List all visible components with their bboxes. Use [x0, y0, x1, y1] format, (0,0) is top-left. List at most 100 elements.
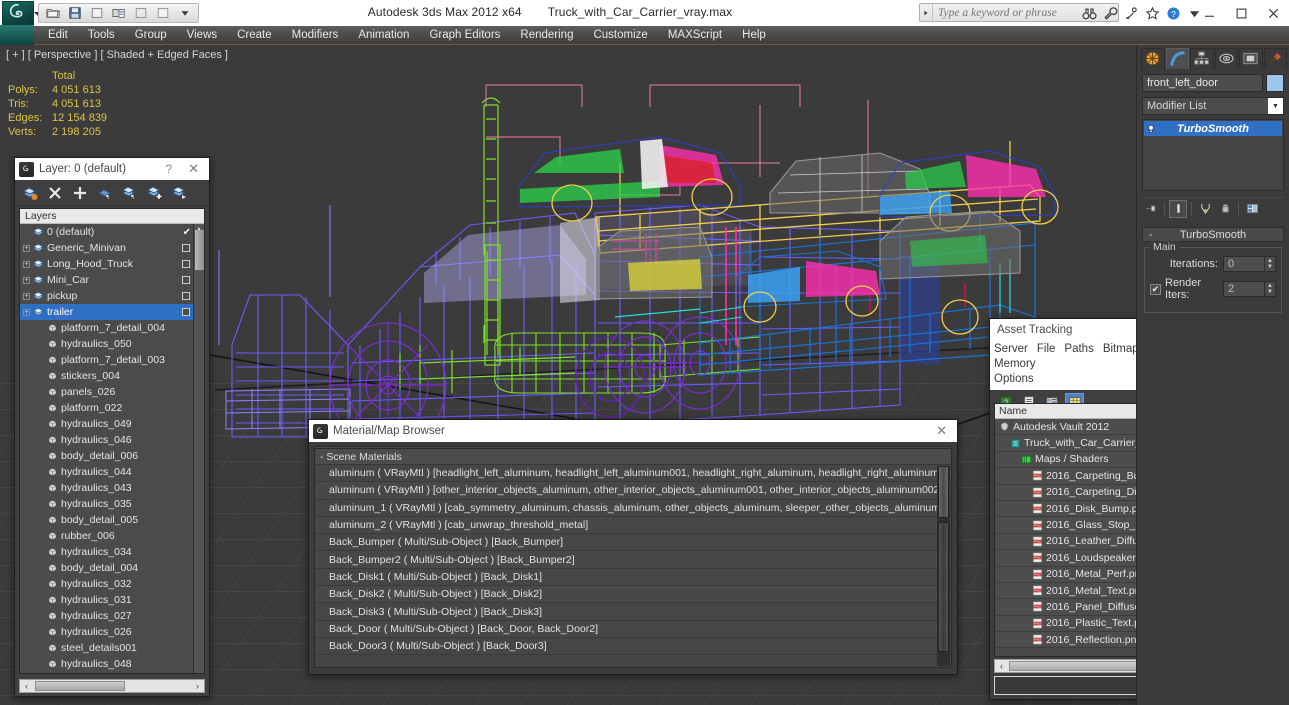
layer-row[interactable]: panels_026: [20, 384, 204, 400]
expand-toggle-icon[interactable]: +: [22, 260, 31, 269]
modifier-list-dropdown[interactable]: Modifier List ▼: [1142, 97, 1284, 115]
modifier-stack-item-turbosmooth[interactable]: TurboSmooth: [1144, 121, 1282, 136]
layer-row[interactable]: 0 (default) ✔: [20, 224, 204, 240]
layer-row[interactable]: hydraulics_026: [20, 624, 204, 640]
add-selection-to-layer-icon[interactable]: [169, 183, 191, 203]
layer-list-vertical-scrollbar[interactable]: ▲: [193, 224, 204, 673]
layer-list[interactable]: Layers 0 (default) ✔ + Generic_Minivan + Long…: [19, 208, 205, 674]
layer-row[interactable]: hydraulics_027: [20, 608, 204, 624]
favorite-star-icon[interactable]: [1143, 4, 1162, 23]
layer-dialog-close-button[interactable]: ✕: [182, 161, 205, 177]
pin-stack-icon[interactable]: [1142, 200, 1160, 218]
highlight-selected-objects-icon[interactable]: [144, 183, 166, 203]
layer-hscroll-left-icon[interactable]: ‹: [20, 681, 33, 691]
show-end-result-icon[interactable]: [1169, 199, 1187, 218]
layer-hide-checkbox[interactable]: [182, 292, 190, 300]
layer-row[interactable]: hydraulics_049: [20, 416, 204, 432]
chevron-down-icon[interactable]: ▼: [1268, 98, 1283, 114]
menu-graph-editors[interactable]: Graph Editors: [419, 26, 510, 45]
layer-row[interactable]: hydraulics_034: [20, 544, 204, 560]
layer-row[interactable]: rubber_006: [20, 528, 204, 544]
render-iters-spinner-arrows-icon[interactable]: ▲ ▼: [1265, 281, 1276, 297]
material-row[interactable]: Back_Disk2 ( Multi/Sub-Object ) [Back_Di…: [315, 586, 951, 604]
layer-hide-checkbox[interactable]: [182, 260, 190, 268]
asset-menu-options[interactable]: Options: [994, 373, 1034, 385]
tab-utilities[interactable]: [1263, 47, 1287, 69]
menu-group[interactable]: Group: [125, 26, 177, 45]
rollout-collapse-marker[interactable]: -: [1149, 229, 1153, 241]
turbosmooth-rollout-header[interactable]: - TurboSmooth: [1142, 227, 1284, 242]
layer-manager-dialog[interactable]: Layer: 0 (default) ? ✕ Layers 0 (default…: [14, 157, 210, 697]
tab-display[interactable]: [1239, 47, 1263, 69]
layer-row[interactable]: hydraulics_035: [20, 496, 204, 512]
expand-toggle-icon[interactable]: +: [22, 308, 31, 317]
object-name-field[interactable]: front_left_door: [1142, 74, 1263, 92]
binoculars-icon[interactable]: [1080, 4, 1099, 23]
object-color-swatch[interactable]: [1266, 74, 1284, 92]
asset-menu-file[interactable]: File: [1037, 343, 1056, 355]
delete-layer-icon[interactable]: [44, 183, 66, 203]
layer-row[interactable]: + pickup: [20, 288, 204, 304]
layer-row[interactable]: hydraulics_048: [20, 656, 204, 672]
menu-animation[interactable]: Animation: [348, 26, 419, 45]
expand-toggle-icon[interactable]: +: [22, 244, 31, 253]
render-iters-checkbox[interactable]: ✔: [1150, 283, 1161, 295]
layer-row[interactable]: + trailer: [20, 304, 204, 320]
layer-hide-checkbox[interactable]: [182, 244, 190, 252]
menu-maxscript[interactable]: MAXScript: [658, 26, 732, 45]
layer-row[interactable]: platform_022: [20, 400, 204, 416]
material-row[interactable]: Back_Disk1 ( Multi/Sub-Object ) [Back_Di…: [315, 568, 951, 587]
menu-modifiers[interactable]: Modifiers: [282, 26, 349, 45]
menu-customize[interactable]: Customize: [583, 26, 657, 45]
layer-scroll-thumb[interactable]: [195, 230, 204, 270]
add-selection-icon[interactable]: [69, 183, 91, 203]
close-button[interactable]: [1257, 0, 1289, 26]
scene-materials-section-header[interactable]: - Scene Materials: [315, 449, 951, 465]
layer-list-horizontal-scrollbar[interactable]: ‹ ›: [19, 679, 205, 693]
material-map-browser-dialog[interactable]: Material/Map Browser ✕ - Scene Materials…: [308, 419, 958, 675]
menu-views[interactable]: Views: [177, 26, 227, 45]
modifier-stack[interactable]: TurboSmooth: [1142, 119, 1284, 191]
material-scroll-thumb-outer[interactable]: [938, 466, 949, 518]
layer-row[interactable]: platform_7_detail_004: [20, 320, 204, 336]
layer-row[interactable]: hydraulics_031: [20, 592, 204, 608]
material-rows-container[interactable]: aluminum ( VRayMtl ) [headlight_left_alu…: [315, 465, 951, 656]
lightbulb-icon[interactable]: [1144, 124, 1158, 134]
asset-menu-paths[interactable]: Paths: [1064, 343, 1093, 355]
layer-row[interactable]: body_detail_005: [20, 512, 204, 528]
layer-row[interactable]: hydraulics_050: [20, 336, 204, 352]
tab-modify[interactable]: [1165, 47, 1189, 69]
maximize-button[interactable]: [1225, 0, 1257, 26]
render-iters-spinner[interactable]: 2: [1223, 281, 1265, 297]
remove-modifier-icon[interactable]: [1216, 200, 1234, 218]
material-list-scrollbar[interactable]: [937, 466, 950, 666]
asset-hscroll-left-icon[interactable]: ‹: [995, 661, 1008, 671]
material-row[interactable]: Back_Bumper ( Multi/Sub-Object ) [Back_B…: [315, 534, 951, 552]
layer-row[interactable]: body_detail_004: [20, 560, 204, 576]
tab-create[interactable]: [1141, 47, 1165, 69]
material-row[interactable]: Back_Bumper2 ( Multi/Sub-Object ) [Back_…: [315, 551, 951, 569]
layer-row[interactable]: + Long_Hood_Truck: [20, 256, 204, 272]
tab-motion[interactable]: [1214, 47, 1238, 69]
layer-row[interactable]: + Mini_Car: [20, 272, 204, 288]
material-row[interactable]: Back_Door3 ( Multi/Sub-Object ) [Back_Do…: [315, 637, 951, 656]
layer-row[interactable]: hydraulics_032: [20, 576, 204, 592]
material-browser-close-button[interactable]: ✕: [930, 423, 953, 439]
configure-modifier-sets-icon[interactable]: [1243, 200, 1261, 218]
minimize-button[interactable]: [1193, 0, 1225, 26]
layer-dialog-help-button[interactable]: ?: [155, 162, 182, 176]
menu-create[interactable]: Create: [227, 26, 282, 45]
layer-row[interactable]: hydraulics_044: [20, 464, 204, 480]
material-row[interactable]: Back_Door ( Multi/Sub-Object ) [Back_Doo…: [315, 620, 951, 638]
search-dropdown-caret-icon[interactable]: [920, 4, 933, 21]
material-browser-title-bar[interactable]: Material/Map Browser ✕: [309, 420, 957, 442]
material-list[interactable]: - Scene Materials aluminum ( VRayMtl ) […: [314, 448, 952, 668]
layer-row[interactable]: body_detail_006: [20, 448, 204, 464]
iterations-spinner[interactable]: 0: [1223, 256, 1265, 272]
layer-hide-checkbox[interactable]: [182, 276, 190, 284]
menu-help[interactable]: Help: [732, 26, 776, 45]
command-panel[interactable]: front_left_door Modifier List ▼ TurboSmo…: [1136, 45, 1289, 705]
layer-row[interactable]: platform_7_detail_003: [20, 352, 204, 368]
menu-rendering[interactable]: Rendering: [510, 26, 583, 45]
layer-hscroll-right-icon[interactable]: ›: [191, 681, 204, 691]
